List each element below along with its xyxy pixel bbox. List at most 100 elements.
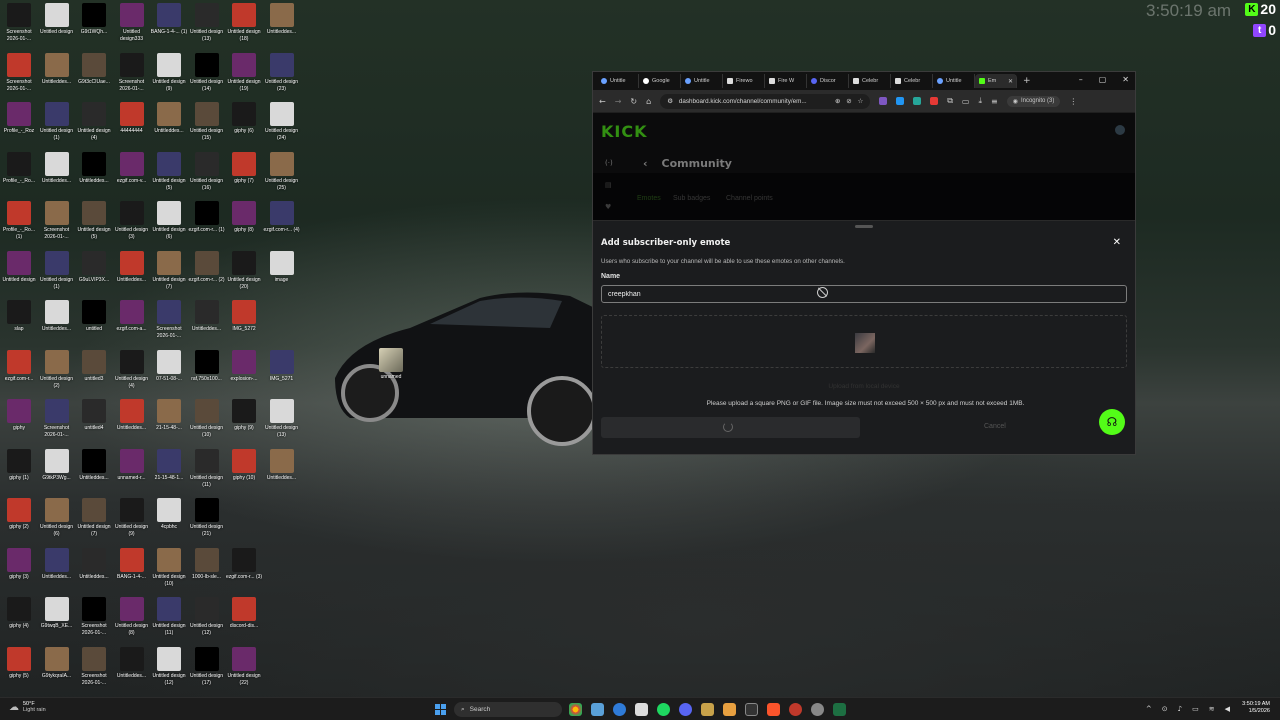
desktop-icon[interactable]: Untitleddes... [188, 300, 226, 350]
desktop-icon[interactable]: Screenshot 2026-01-... [150, 300, 188, 350]
close-tab-icon[interactable]: ✕ [1008, 78, 1013, 85]
desktop-icon[interactable]: Untitled design (19) [225, 52, 263, 103]
desktop-icon[interactable]: Untitled design (23) [263, 52, 301, 103]
browser-tab[interactable]: Untitle [933, 74, 975, 88]
forward-icon[interactable]: → [615, 97, 622, 106]
taskbar-search[interactable]: ⌕ Search [454, 702, 562, 717]
desktop-icon[interactable]: Screenshot 2026-01-... [75, 646, 113, 697]
desktop-icon[interactable]: ezgif.com-r... (4) [263, 201, 301, 251]
desktop-icon[interactable]: Untitled design [0, 250, 38, 301]
reload-icon[interactable]: ↻ [630, 97, 637, 106]
desktop-icon[interactable]: Untitled design (4) [75, 102, 113, 152]
desktop-icon[interactable]: Untitled design (10) [188, 399, 226, 449]
app-icon[interactable] [789, 703, 802, 716]
media-icon[interactable]: ≡ [991, 97, 998, 106]
settings-gear-icon[interactable] [811, 703, 824, 716]
split-view-icon[interactable]: ▭ [962, 97, 970, 106]
minimize-icon[interactable]: – [1079, 75, 1083, 84]
browser-tab[interactable]: Untitle [597, 74, 639, 88]
desktop-icon[interactable]: Untitled design (12) [150, 646, 188, 697]
desktop-icon[interactable]: Untitled design (14) [188, 52, 226, 103]
desktop-icon[interactable]: Untitled design (20) [225, 250, 263, 301]
desktop-icon[interactable]: Untitleddes... [113, 250, 151, 301]
volume-icon[interactable]: ◀ [1225, 705, 1230, 713]
desktop-icon[interactable]: G9tkP3Wg... [38, 448, 76, 499]
desktop-icon[interactable]: Untitled design (16) [188, 151, 226, 202]
desktop-icon[interactable]: Untitled design (24) [263, 102, 301, 152]
desktop-icon[interactable]: Untitled design (5) [150, 151, 188, 202]
desktop-icon[interactable]: Untitled design [38, 3, 76, 53]
excel-icon[interactable] [833, 703, 846, 716]
desktop-icon[interactable]: Untitleddes... [75, 448, 113, 499]
drag-handle[interactable] [855, 225, 873, 228]
desktop-icon[interactable]: Untitled design (11) [188, 448, 226, 499]
desktop-icon[interactable]: Untitleddes... [38, 52, 76, 103]
desktop-icon[interactable]: untitled [75, 300, 113, 350]
desktop-icon[interactable]: ezgif.com-r... (3) [225, 547, 263, 598]
incognito-badge[interactable]: ◉ Incognito (3) [1006, 95, 1061, 107]
store-icon[interactable] [635, 703, 648, 716]
location-icon[interactable]: ⊙ [1162, 705, 1168, 713]
desktop-icon[interactable]: 21-15-48-1... [150, 448, 188, 499]
emote-name-input[interactable] [601, 285, 1127, 303]
desktop-icon[interactable]: Untitleddes... [38, 547, 76, 598]
cancel-button[interactable]: Cancel [984, 423, 1006, 430]
desktop-icon[interactable]: giphy (6) [225, 102, 263, 152]
desktop-icon[interactable]: Untitleddes... [75, 547, 113, 598]
desktop-icon[interactable]: Untitled design (13) [188, 3, 226, 53]
desktop-icon[interactable]: raf,750x100... [188, 349, 226, 400]
address-bar[interactable]: ⚙ dashboard.kick.com/channel/community/e… [660, 93, 871, 109]
desktop-icon[interactable]: unnamed-r... [113, 448, 151, 499]
desktop-icon[interactable]: ezgif.com-r... (2) [188, 250, 226, 301]
desktop-icon[interactable]: IMG_5272 [225, 300, 263, 350]
desktop-icon[interactable]: Screenshot 2026-01-... [38, 201, 76, 251]
desktop-icon[interactable]: giphy (3) [0, 547, 38, 598]
desktop-icon[interactable]: untitled4 [75, 399, 113, 449]
desktop-icon[interactable]: Untitleddes... [38, 151, 76, 202]
extensions-puzzle-icon[interactable]: ⧉ [947, 96, 953, 106]
desktop-icon[interactable]: Untitled design (1) [38, 250, 76, 301]
zoom-icon[interactable]: ⊕ [835, 98, 840, 105]
desktop-icon[interactable]: Untitled design (18) [225, 3, 263, 53]
desktop-icon[interactable]: 07-51-08-... [150, 349, 188, 400]
browser-tab-active[interactable]: Em ✕ [975, 74, 1017, 88]
bookmark-star-icon[interactable]: ☆ [858, 98, 864, 105]
broadcast-icon[interactable]: (·) [605, 159, 613, 167]
desktop-icon[interactable]: Untitled design (7) [75, 498, 113, 548]
desktop-icon[interactable]: ezgif.com-v... [113, 151, 151, 202]
desktop-icon[interactable]: Screenshot 2026-01-... [0, 52, 38, 103]
desktop-icon[interactable]: Untitled design (12) [188, 597, 226, 647]
back-chevron-icon[interactable]: ‹ [643, 157, 648, 170]
site-info-icon[interactable]: ⚙ [667, 98, 673, 105]
edge-icon[interactable] [613, 703, 626, 716]
brave-icon[interactable] [767, 703, 780, 716]
desktop-icon[interactable]: Untitled design (21) [188, 498, 226, 548]
browser-tab[interactable]: Untitle [681, 74, 723, 88]
desktop-icon[interactable]: G9tykqraIA... [38, 646, 76, 697]
desktop-icon[interactable]: Untitleddes... [263, 448, 301, 499]
close-window-icon[interactable]: ✕ [1122, 75, 1129, 84]
desktop-icon[interactable]: ezgif.com-r... (1) [188, 201, 226, 251]
upload-dropzone[interactable] [601, 315, 1127, 368]
browser-tab[interactable]: Celebr [891, 74, 933, 88]
avatar[interactable] [1115, 125, 1125, 135]
desktop-icon[interactable]: Untitled design (25) [263, 151, 301, 202]
desktop-icon[interactable]: Untitled design (1) [38, 102, 76, 152]
desktop-icon[interactable]: Untitled design (2) [38, 349, 76, 400]
desktop-icon[interactable]: Screenshot 2026-01-... [75, 597, 113, 647]
desktop-icon[interactable]: Untitleddes... [113, 399, 151, 449]
chrome-icon[interactable] [569, 703, 582, 716]
discord-icon[interactable] [679, 703, 692, 716]
support-headset-icon[interactable]: ☊ [1099, 409, 1125, 435]
chevron-up-icon[interactable]: ^ [1146, 705, 1152, 713]
submit-button[interactable] [601, 417, 860, 438]
desktop-icon[interactable]: Untitled design (3) [113, 201, 151, 251]
desktop-icon[interactable]: Untitled design (9) [113, 498, 151, 548]
display-icon[interactable]: ▭ [1192, 705, 1199, 713]
desktop-icon[interactable]: giphy (5) [0, 646, 38, 697]
desktop-icon[interactable]: Untitled design (4) [113, 349, 151, 400]
windows-start-icon[interactable] [435, 704, 446, 715]
desktop-icon[interactable]: image [263, 250, 301, 301]
desktop-icon[interactable]: Untitled design (17) [188, 646, 226, 697]
desktop-icon[interactable]: ezgif.com-r... [0, 349, 38, 400]
